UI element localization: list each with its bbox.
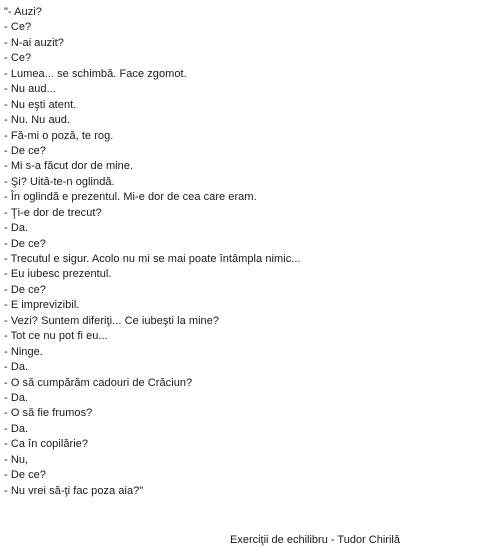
dialogue-line: - De ce? xyxy=(4,237,46,250)
dialogue-line: - Mi s-a făcut dor de mine. xyxy=(4,160,134,173)
dialogue-line: - Da. xyxy=(4,422,29,435)
dialogue-line: - Da. xyxy=(4,391,29,404)
dialogue-line: - Ca în copilărie? xyxy=(4,438,89,451)
dialogue-line: "- Auzi? xyxy=(4,6,42,18)
attribution: Exerciţii de echilibru - Tudor Chirilă xyxy=(230,534,400,546)
dialogue-line: - Ce? xyxy=(4,52,32,65)
dialogue-line: - Lumea... se schimbă. Face zgomot. xyxy=(4,67,187,80)
dialogue-line: - O să cumpărăm cadouri de Crăciun? xyxy=(4,376,193,389)
dialogue-line: - Nu. Nu aud. xyxy=(4,114,71,127)
dialogue-line: - Eu iubesc prezentul. xyxy=(4,268,112,281)
dialogue-line: - Tot ce nu pot fi eu... xyxy=(4,330,108,343)
dialogue-line: - Şi? Uită-te-n oglindă. xyxy=(4,175,115,188)
dialogue-line: - Ce? xyxy=(4,21,32,34)
dialogue-line: - Da. xyxy=(4,222,29,235)
dialogue-line: - Da. xyxy=(4,361,29,374)
dialogue-line: - N-ai auzit? xyxy=(4,36,64,49)
dialogue-line: - O să fie frumos? xyxy=(4,407,93,420)
dialogue-line: - E imprevizibil. xyxy=(4,299,80,312)
dialogue-line: - Nu, xyxy=(4,453,29,466)
dialogue-line: - Fă-mi o poză, te rog. xyxy=(4,129,114,142)
document-page: "- Auzi? - Ce? - N-ai auzit? - Ce? - Lumea..… xyxy=(0,0,500,553)
dialogue-line: - De ce? xyxy=(4,283,46,296)
dialogue-line: - Trecutul e sigur. Acolo nu mi se mai p… xyxy=(4,253,301,265)
dialogue-line: - Ninge. xyxy=(4,345,43,358)
dialogue-list: "- Auzi? - Ce? - N-ai auzit? - Ce? - Lumea..… xyxy=(4,5,301,499)
dialogue-line: - De ce? xyxy=(4,469,46,482)
dialogue-line: - Nu vrei să-ţi fac poza aia?" xyxy=(4,484,144,497)
dialogue-line: - Ţi-e dor de trecut? xyxy=(4,206,102,219)
dialogue-line: - Nu eşti atent. xyxy=(4,98,77,111)
dialogue-line: - Vezi? Suntem diferiţi... Ce iubeşti la… xyxy=(4,314,220,327)
dialogue-line: - De ce? xyxy=(4,144,46,157)
dialogue-line: - În oglindă e prezentul. Mi-e dor de ce… xyxy=(4,191,257,204)
dialogue-line: - Nu aud... xyxy=(4,83,56,96)
